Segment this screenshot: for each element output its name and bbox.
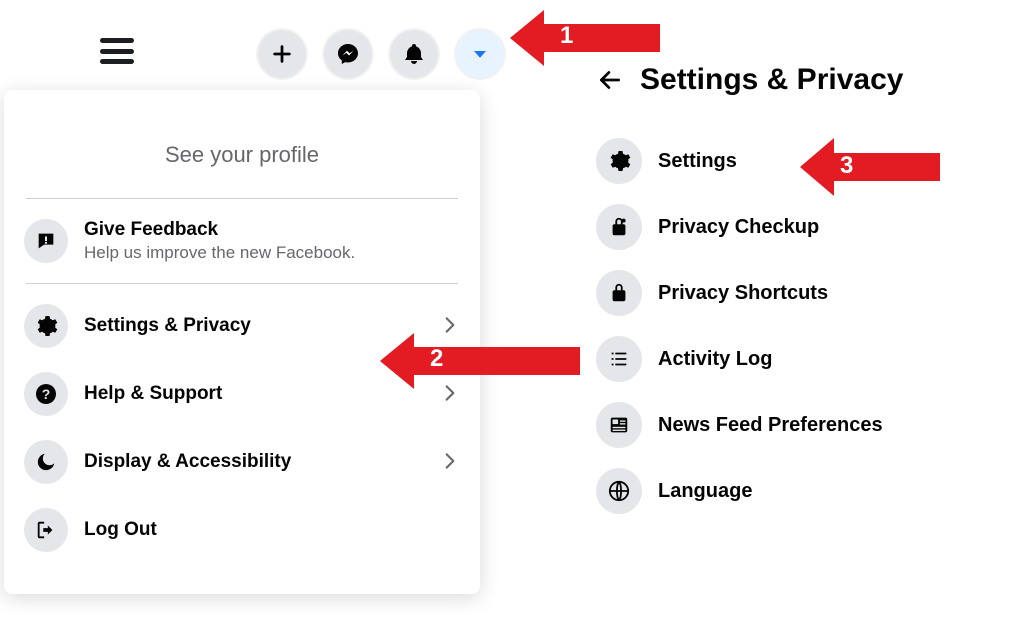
- annotation-number: 2: [430, 345, 443, 373]
- hamburger-icon: [100, 38, 134, 43]
- caret-down-icon: [471, 45, 489, 63]
- privacy-checkup-label: Privacy Checkup: [658, 216, 1004, 239]
- news-icon: [596, 402, 642, 448]
- plus-icon: [271, 43, 293, 65]
- lock-heart-icon: [596, 204, 642, 250]
- arrow-left-icon: [597, 67, 623, 93]
- notifications-button[interactable]: [390, 30, 438, 78]
- language-label: Language: [658, 480, 1004, 503]
- messenger-button[interactable]: [324, 30, 372, 78]
- activity-log-label: Activity Log: [658, 348, 1004, 371]
- back-button[interactable]: [590, 60, 630, 100]
- gear-icon: [596, 138, 642, 184]
- news-feed-item[interactable]: News Feed Preferences: [590, 392, 1010, 458]
- help-icon: ?: [24, 372, 68, 416]
- news-feed-label: News Feed Preferences: [658, 414, 1004, 437]
- chevron-right-icon: [440, 447, 460, 478]
- give-feedback-item[interactable]: Give Feedback Help us improve the new Fa…: [14, 207, 470, 275]
- logout-icon: [24, 508, 68, 552]
- panel-title: Settings & Privacy: [640, 63, 903, 97]
- annotation-arrow-1: 1: [510, 10, 660, 66]
- top-bar: [0, 12, 520, 72]
- privacy-checkup-item[interactable]: Privacy Checkup: [590, 194, 1010, 260]
- give-feedback-label: Give Feedback: [84, 219, 460, 241]
- moon-icon: [24, 440, 68, 484]
- lock-icon: [596, 270, 642, 316]
- log-out-label: Log Out: [84, 519, 460, 541]
- divider: [26, 198, 458, 199]
- svg-text:?: ?: [42, 386, 51, 402]
- create-button[interactable]: [258, 30, 306, 78]
- feedback-icon: [24, 219, 68, 263]
- list-icon: [596, 336, 642, 382]
- display-accessibility-item[interactable]: Display & Accessibility: [14, 428, 470, 496]
- privacy-shortcuts-label: Privacy Shortcuts: [658, 282, 1004, 305]
- annotation-number: 3: [840, 152, 853, 180]
- messenger-icon: [336, 42, 360, 66]
- panel-header: Settings & Privacy: [590, 60, 1010, 100]
- settings-privacy-panel: Settings & Privacy Settings Privacy Chec…: [590, 60, 1010, 524]
- gear-icon: [24, 304, 68, 348]
- hamburger-menu[interactable]: [100, 38, 134, 64]
- bell-icon: [402, 42, 426, 66]
- activity-log-item[interactable]: Activity Log: [590, 326, 1010, 392]
- privacy-shortcuts-item[interactable]: Privacy Shortcuts: [590, 260, 1010, 326]
- account-menu-button[interactable]: [456, 30, 504, 78]
- globe-icon: [596, 468, 642, 514]
- annotation-number: 1: [560, 22, 573, 50]
- annotation-arrow-3: 3: [800, 138, 940, 196]
- display-accessibility-label: Display & Accessibility: [84, 451, 440, 473]
- language-item[interactable]: Language: [590, 458, 1010, 524]
- divider: [26, 283, 458, 284]
- annotation-arrow-2: 2: [380, 333, 580, 389]
- see-profile-link[interactable]: See your profile: [14, 102, 470, 190]
- log-out-item[interactable]: Log Out: [14, 496, 470, 564]
- give-feedback-sub: Help us improve the new Facebook.: [84, 243, 460, 263]
